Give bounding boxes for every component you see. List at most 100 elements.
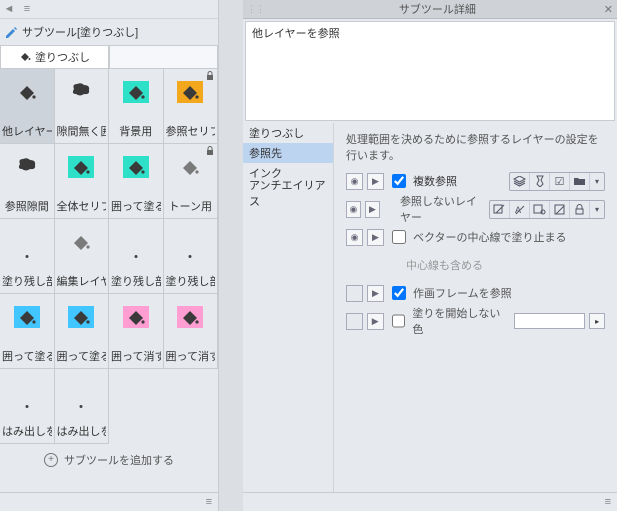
tool-icon (177, 81, 203, 103)
tab-label: 塗りつぶし (35, 49, 90, 65)
grip-icon[interactable]: ⋮⋮ (247, 4, 265, 15)
tool-label: 参照隙間 (2, 198, 52, 214)
left-menu-icon[interactable]: ≡ (18, 0, 36, 18)
expand-icon[interactable]: ▶ (365, 201, 380, 218)
tool-cell[interactable]: 囲って塗る (109, 144, 164, 219)
refmode-check-icon[interactable]: ☑ (549, 173, 569, 190)
eye-icon[interactable]: ◉ (346, 173, 363, 190)
tab-fill[interactable]: 塗りつぶし (0, 45, 109, 69)
tool-cell[interactable]: 隙間無く囲 (55, 69, 110, 144)
tool-label: トーン用 (166, 198, 216, 214)
refmode-layers-icon[interactable] (510, 173, 529, 190)
lock-icon (205, 146, 215, 156)
detail-panel: ⋮⋮ サブツール詳細 ✕ 他レイヤーを参照 塗りつぶし参照先インクアンチエイリア… (243, 0, 617, 511)
tool-cell[interactable]: 参照隙間 (0, 144, 55, 219)
tool-cell[interactable]: 囲って消す (109, 294, 164, 369)
category-item[interactable]: 塗りつぶし (243, 123, 333, 143)
tool-cell[interactable]: 全体セリフ (55, 144, 110, 219)
add-subtool-button[interactable]: + サブツールを追加する (0, 444, 218, 476)
eye-icon[interactable] (346, 313, 363, 330)
excl-text-icon[interactable]: A (509, 201, 529, 218)
tool-label: 他レイヤー (2, 123, 52, 139)
edit-icon (4, 25, 18, 39)
tool-cell[interactable]: 参照セリフ (164, 69, 219, 144)
tool-icon (68, 231, 94, 253)
tool-cell[interactable]: はみ出しを (55, 369, 110, 444)
tool-icon (16, 156, 38, 172)
excl-paper-icon[interactable] (549, 201, 569, 218)
right-footer: ≡ (243, 492, 617, 511)
tool-cell[interactable]: 塗り残し部 (0, 219, 55, 294)
frame-checkbox[interactable] (392, 286, 406, 300)
no-start-color-checkbox[interactable] (392, 314, 406, 328)
tool-cell[interactable]: 囲って塗る (55, 294, 110, 369)
tool-label: 隙間無く囲 (57, 123, 107, 139)
tool-cell[interactable]: 編集レイヤ (55, 219, 110, 294)
row-multi-ref: ◉ ▶ 複数参照 ☑ (346, 169, 605, 193)
eye-icon[interactable]: ◉ (346, 229, 363, 246)
tool-label: 囲って塗る (111, 198, 161, 214)
multi-ref-checkbox[interactable] (392, 174, 406, 188)
right-titlebar: ⋮⋮ サブツール詳細 ✕ (243, 0, 617, 19)
tool-tabs: 塗りつぶし (0, 45, 218, 69)
refmode-pin-icon[interactable] (529, 173, 549, 190)
subtool-header: サブツール[塗りつぶし] (0, 19, 218, 45)
plus-icon: + (44, 453, 58, 467)
refmode-folder-icon[interactable] (569, 173, 589, 190)
tool-cell[interactable]: トーン用 (164, 144, 219, 219)
tool-icon (68, 306, 94, 328)
vector-center-checkbox[interactable] (392, 230, 406, 244)
category-description: 処理範囲を決めるために参照するレイヤーの設定を行います。 (346, 131, 605, 163)
tool-icon (123, 156, 149, 178)
left-menu-icon-bottom[interactable]: ≡ (206, 496, 212, 508)
tool-grid: 他レイヤー隙間無く囲背景用参照セリフ参照隙間全体セリフ囲って塗るトーン用塗り残し… (0, 69, 218, 444)
tool-label: 囲って消す (166, 348, 216, 364)
vector-center-label: ベクターの中心線で塗り止まる (413, 229, 567, 245)
panel-gap (219, 0, 243, 511)
excl-lock-icon[interactable] (569, 201, 589, 218)
tool-icon (177, 156, 203, 178)
expand-icon[interactable]: ▶ (367, 229, 384, 246)
bucket-icon (19, 52, 31, 62)
excl-draft-icon[interactable] (490, 201, 509, 218)
excl-edit-icon[interactable] (529, 201, 549, 218)
tool-cell[interactable]: 他レイヤー (0, 69, 55, 144)
category-item[interactable]: 参照先 (243, 143, 333, 163)
back-icon[interactable]: ◄ (0, 0, 18, 18)
right-menu-icon[interactable]: ≡ (605, 496, 611, 508)
tool-cell[interactable]: 囲って消す (164, 294, 219, 369)
row-vector-center: ◉ ▶ ベクターの中心線で塗り止まる (346, 225, 605, 249)
expand-icon[interactable]: ▶ (367, 313, 384, 330)
refmode-dropdown-icon[interactable]: ▾ (589, 173, 604, 190)
eye-icon[interactable] (346, 285, 363, 302)
excl-dropdown-icon[interactable]: ▾ (589, 201, 604, 218)
row-include-center: 中心線も含める (406, 253, 605, 277)
tool-label: 参照セリフ (166, 123, 216, 139)
color-dropdown-icon[interactable]: ▸ (589, 313, 605, 329)
color-swatch[interactable] (514, 313, 585, 329)
tool-label: はみ出しを (57, 423, 107, 439)
tool-cell[interactable]: はみ出しを (0, 369, 55, 444)
expand-icon[interactable]: ▶ (367, 173, 384, 190)
tool-icon (68, 156, 94, 178)
tool-label: 塗り残し部 (2, 273, 52, 289)
expand-icon[interactable]: ▶ (367, 285, 384, 302)
add-subtool-label: サブツールを追加する (64, 452, 174, 468)
tool-cell[interactable]: 塗り残し部 (109, 219, 164, 294)
tool-icon (123, 81, 149, 103)
tool-cell[interactable]: 背景用 (109, 69, 164, 144)
tool-icon (177, 306, 203, 328)
tool-cell[interactable]: 塗り残し部 (164, 219, 219, 294)
detail-content: 処理範囲を決めるために参照するレイヤーの設定を行います。 ◉ ▶ 複数参照 ☑ (334, 123, 617, 492)
row-frame: ▶ 作画フレームを参照 (346, 281, 605, 305)
eye-icon[interactable]: ◉ (346, 201, 361, 218)
row-exclude: ◉ ▶ 参照しないレイヤー A (346, 197, 605, 221)
detail-title: サブツール詳細 (271, 1, 604, 17)
tool-icon (123, 306, 149, 328)
tool-cell[interactable]: 囲って塗る (0, 294, 55, 369)
category-item[interactable]: アンチエイリアス (243, 183, 333, 203)
tool-label: 編集レイヤ (57, 273, 107, 289)
close-icon[interactable]: ✕ (604, 3, 613, 16)
tab-empty[interactable] (109, 45, 218, 69)
tool-label: 塗り残し部 (111, 273, 161, 289)
